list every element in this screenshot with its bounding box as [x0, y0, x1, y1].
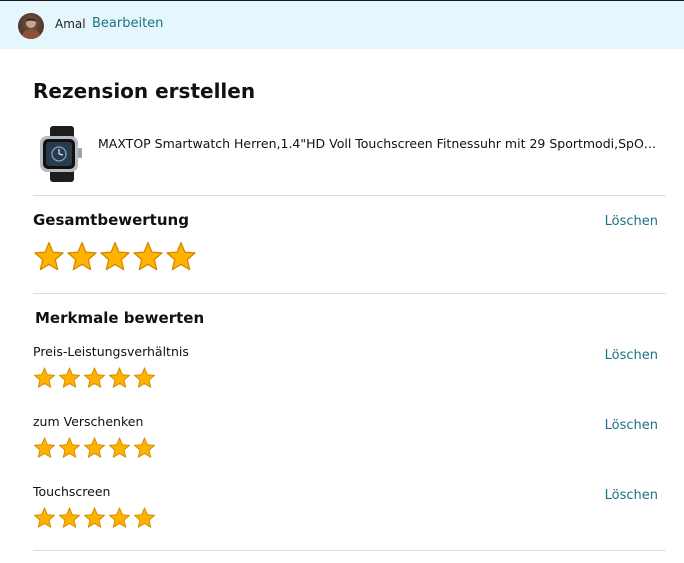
- overall-rating-heading: Gesamtbewertung: [33, 211, 189, 229]
- star-icon[interactable]: [99, 240, 131, 272]
- feature-gift-clear-button[interactable]: Löschen: [605, 418, 658, 433]
- overall-rating-stars[interactable]: [33, 240, 198, 272]
- divider: [33, 195, 666, 196]
- star-icon[interactable]: [133, 506, 156, 529]
- star-icon[interactable]: [66, 240, 98, 272]
- star-icon[interactable]: [108, 506, 131, 529]
- star-icon[interactable]: [58, 436, 81, 459]
- profile-header: Amal Bearbeiten: [0, 0, 684, 49]
- star-icon[interactable]: [33, 506, 56, 529]
- star-icon[interactable]: [108, 436, 131, 459]
- page-title: Rezension erstellen: [33, 79, 256, 103]
- star-icon[interactable]: [133, 436, 156, 459]
- overall-rating-clear-button[interactable]: Löschen: [605, 214, 658, 229]
- star-icon[interactable]: [133, 366, 156, 389]
- feature-touchscreen-clear-button[interactable]: Löschen: [605, 488, 658, 503]
- star-icon[interactable]: [33, 366, 56, 389]
- star-icon[interactable]: [132, 240, 164, 272]
- feature-label-price-performance: Preis-Leistungsverhältnis: [33, 344, 189, 359]
- feature-price-performance-clear-button[interactable]: Löschen: [605, 348, 658, 363]
- product-image: [36, 126, 88, 182]
- star-icon[interactable]: [33, 240, 65, 272]
- user-name: Amal: [55, 17, 86, 31]
- feature-label-touchscreen: Touchscreen: [33, 484, 111, 499]
- feature-touchscreen-stars[interactable]: [33, 506, 158, 529]
- star-icon[interactable]: [58, 506, 81, 529]
- feature-ratings-heading: Merkmale bewerten: [35, 309, 205, 327]
- star-icon[interactable]: [33, 436, 56, 459]
- edit-profile-link[interactable]: Bearbeiten: [92, 16, 163, 31]
- star-icon[interactable]: [83, 366, 106, 389]
- feature-label-gift: zum Verschenken: [33, 414, 144, 429]
- star-icon[interactable]: [83, 506, 106, 529]
- product-title[interactable]: MAXTOP Smartwatch Herren,1.4"HD Voll Tou…: [98, 136, 658, 151]
- divider: [33, 550, 666, 551]
- star-icon[interactable]: [108, 366, 131, 389]
- avatar[interactable]: [18, 13, 44, 39]
- divider: [33, 293, 666, 294]
- star-icon[interactable]: [165, 240, 197, 272]
- feature-price-performance-stars[interactable]: [33, 366, 158, 389]
- star-icon[interactable]: [58, 366, 81, 389]
- star-icon[interactable]: [83, 436, 106, 459]
- feature-gift-stars[interactable]: [33, 436, 158, 459]
